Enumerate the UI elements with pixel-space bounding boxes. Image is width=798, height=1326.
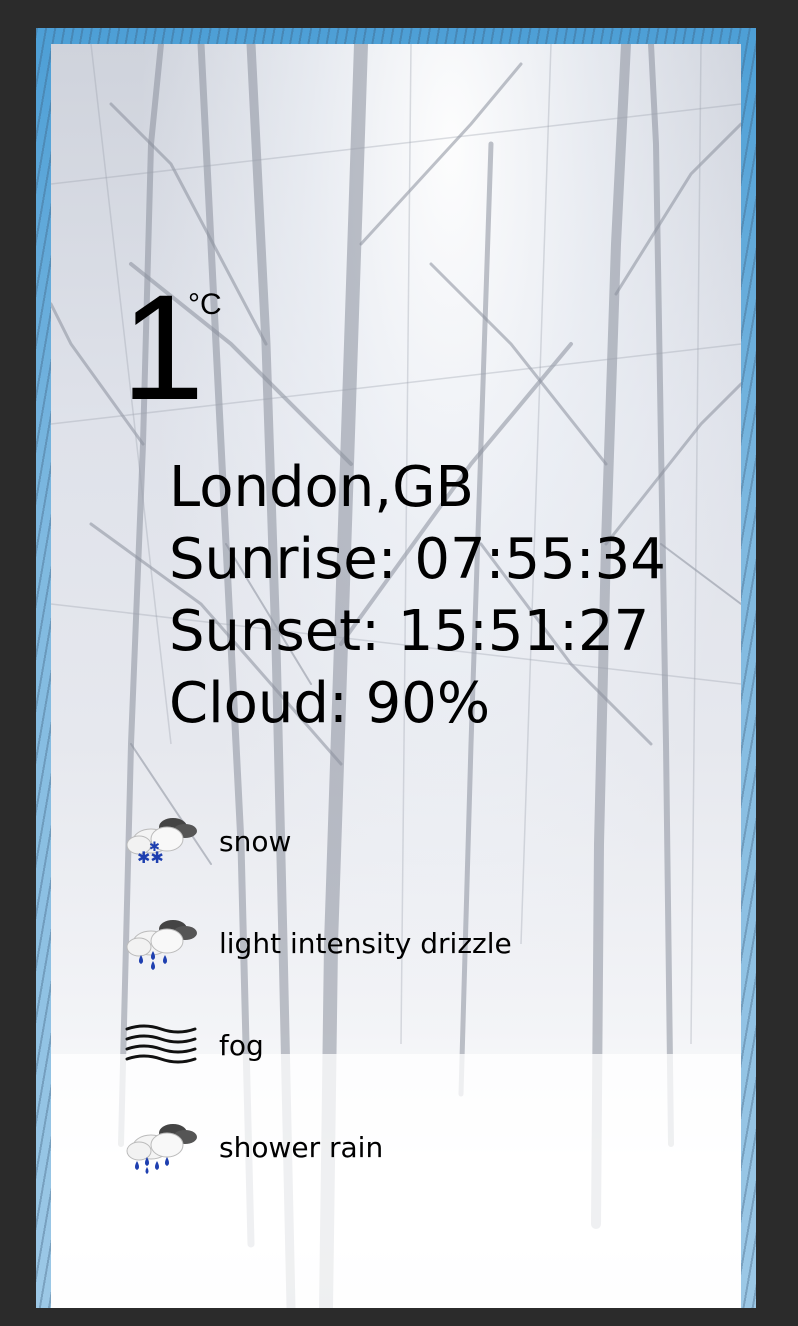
- sunrise-label: Sunrise: 07:55:34: [169, 527, 666, 592]
- fog-icon: [125, 1024, 197, 1064]
- forecast-item-drizzle: light intensity drizzle: [123, 892, 723, 994]
- location-label: London,GB: [169, 455, 474, 520]
- weather-info: London,GB Sunrise: 07:55:34 Sunset: 15:5…: [169, 452, 666, 740]
- forecast-item-snow: ✱✱ ✱ snow: [123, 790, 723, 892]
- weather-card: 1 °C London,GB Sunrise: 07:55:34 Sunset:…: [51, 44, 741, 1308]
- temperature-unit: °C: [188, 288, 222, 321]
- cloud-label: Cloud: 90%: [169, 671, 491, 736]
- shower-rain-cloud-icon: [126, 1124, 197, 1174]
- forecast-item-fog: fog: [123, 994, 723, 1096]
- forecast-label: snow: [219, 824, 292, 858]
- drizzle-cloud-icon: [126, 920, 197, 970]
- forecast-label: fog: [219, 1028, 264, 1062]
- sunset-label: Sunset: 15:51:27: [169, 599, 650, 664]
- snow-cloud-icon: ✱✱ ✱: [126, 818, 197, 867]
- forecast-label: light intensity drizzle: [219, 926, 512, 960]
- svg-text:✱: ✱: [149, 840, 160, 855]
- forecast-item-shower-rain: shower rain: [123, 1096, 723, 1198]
- forecast-label: shower rain: [219, 1130, 384, 1164]
- forecast-list: ✱✱ ✱ snow light intensity drizzle fog sh…: [123, 790, 723, 1198]
